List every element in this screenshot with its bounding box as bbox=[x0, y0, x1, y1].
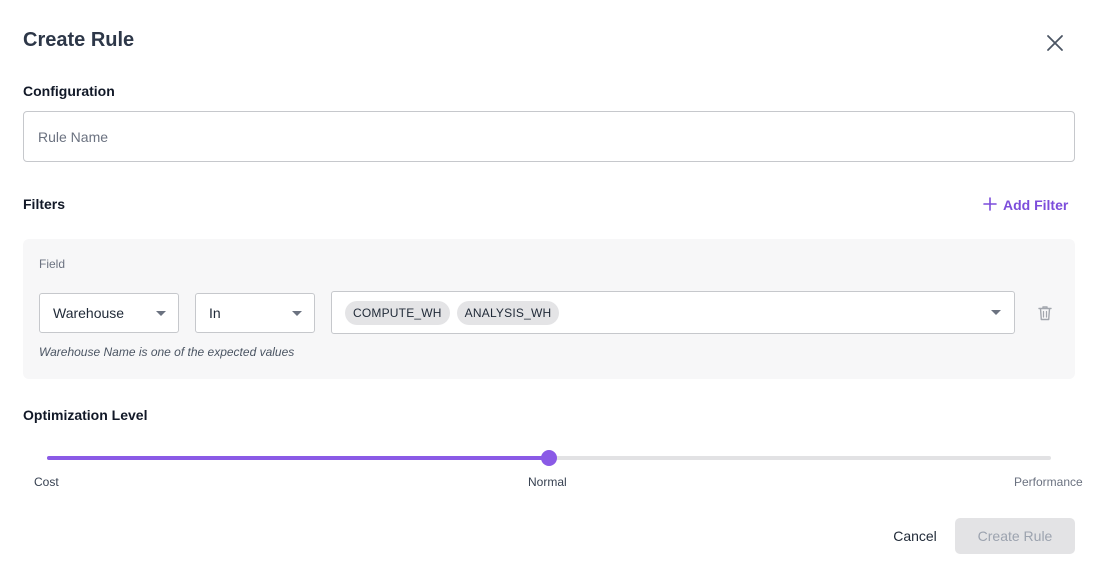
add-filter-button[interactable]: Add Filter bbox=[983, 195, 1068, 215]
filter-row: Field Warehouse In COMPUTE_WH ANALYSIS_W… bbox=[23, 239, 1075, 379]
close-icon[interactable] bbox=[1043, 31, 1067, 55]
cancel-button[interactable]: Cancel bbox=[884, 518, 946, 554]
optimization-heading: Optimization Level bbox=[23, 407, 148, 423]
add-filter-label: Add Filter bbox=[1003, 197, 1069, 213]
tick-performance: Performance bbox=[1014, 475, 1083, 489]
dialog-title: Create Rule bbox=[23, 29, 135, 51]
operator-select-value: In bbox=[209, 305, 221, 321]
value-chips: COMPUTE_WH ANALYSIS_WH bbox=[345, 300, 991, 325]
filters-heading: Filters bbox=[23, 196, 66, 212]
operator-select[interactable]: In bbox=[195, 293, 315, 333]
tick-cost: Cost bbox=[34, 475, 59, 489]
configuration-heading: Configuration bbox=[23, 83, 115, 99]
create-rule-button[interactable]: Create Rule bbox=[955, 518, 1075, 554]
field-select-value: Warehouse bbox=[53, 305, 125, 321]
optimization-slider[interactable] bbox=[46, 448, 1052, 468]
create-rule-dialog: Create Rule Configuration Filters Add Fi… bbox=[0, 0, 1096, 573]
filter-hint: Warehouse Name is one of the expected va… bbox=[39, 345, 295, 359]
values-multiselect[interactable]: COMPUTE_WH ANALYSIS_WH bbox=[331, 291, 1015, 334]
chevron-down-icon bbox=[991, 310, 1001, 315]
value-chip[interactable]: ANALYSIS_WH bbox=[456, 300, 560, 325]
trash-icon[interactable] bbox=[1036, 304, 1054, 322]
chevron-down-icon bbox=[156, 310, 166, 316]
slider-fill bbox=[47, 456, 549, 460]
chevron-down-icon bbox=[292, 310, 302, 316]
plus-icon bbox=[983, 196, 997, 214]
field-select[interactable]: Warehouse bbox=[39, 293, 179, 333]
field-label: Field bbox=[39, 257, 66, 271]
rule-name-input[interactable] bbox=[23, 111, 1075, 162]
tick-normal: Normal bbox=[528, 475, 567, 489]
value-chip[interactable]: COMPUTE_WH bbox=[345, 300, 450, 325]
slider-thumb[interactable] bbox=[541, 450, 557, 466]
